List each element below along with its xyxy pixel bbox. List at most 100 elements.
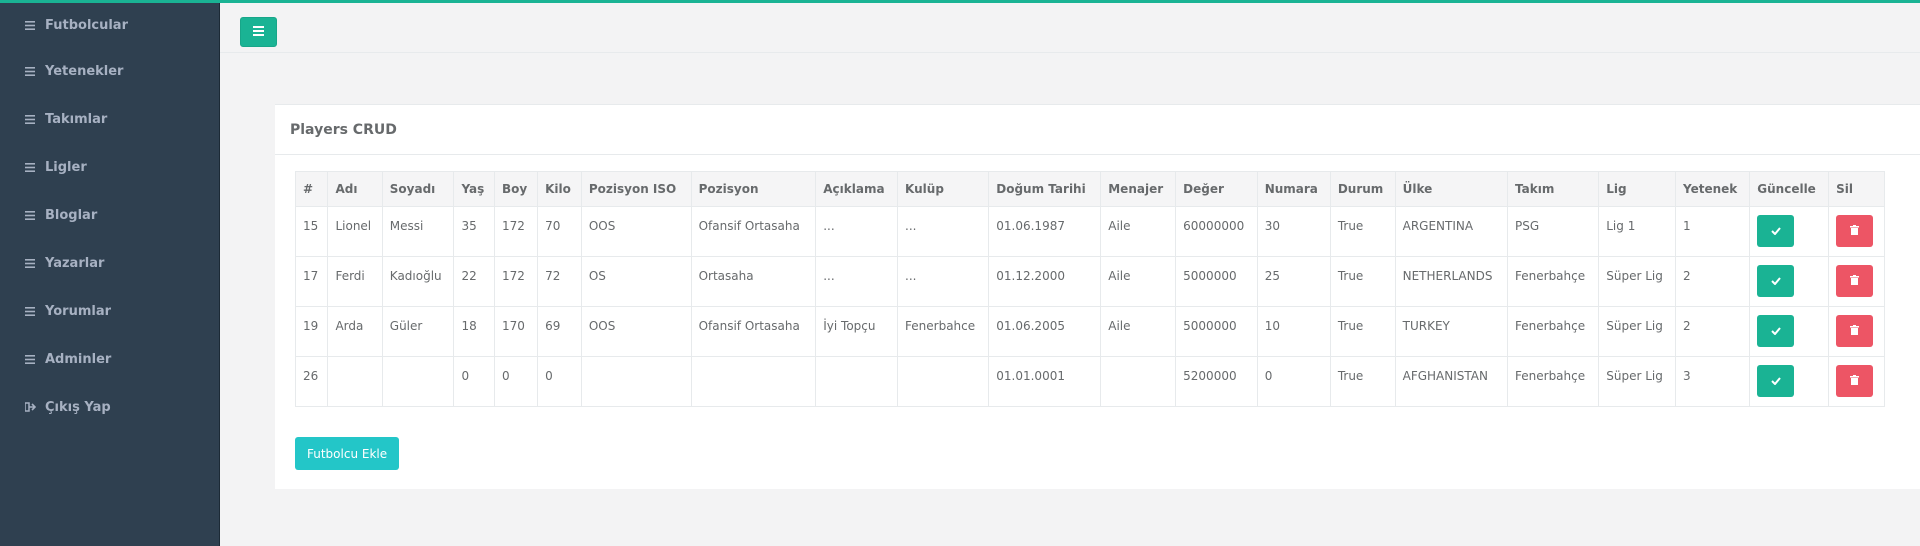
sidebar-item-6[interactable]: Yorumlar: [0, 287, 219, 335]
table-cell: True: [1329, 356, 1396, 407]
check-icon: [1771, 324, 1781, 338]
sidebar-item-label: Futbolcular: [45, 17, 128, 33]
delete-button[interactable]: [1836, 315, 1874, 347]
table-cell: 3: [1675, 356, 1751, 407]
column-header[interactable]: Değer: [1175, 171, 1258, 207]
column-header[interactable]: Pozisyon: [690, 171, 817, 207]
table-cell: Süper Lig: [1598, 256, 1677, 307]
table-cell: Fenerbahçe: [1507, 256, 1600, 307]
main-content: Players CRUD # Adı Soyadı Yaş Boy Kilo Pozisyo…: [220, 3, 1920, 546]
update-button[interactable]: [1757, 265, 1795, 297]
table-cell: Güler: [381, 306, 455, 357]
table-cell: Lionel: [327, 206, 383, 257]
menu-icon: [25, 162, 41, 172]
table-cell: Aile: [1100, 256, 1177, 307]
sidebar-item-label: Çıkış Yap: [45, 399, 111, 415]
table-cell: Aile: [1100, 306, 1177, 357]
sidebar-item-8[interactable]: Çıkış Yap: [0, 383, 219, 431]
sidebar-item-4[interactable]: Bloglar: [0, 191, 219, 239]
update-button[interactable]: [1757, 365, 1795, 397]
column-header[interactable]: Menajer: [1100, 171, 1177, 207]
column-header[interactable]: Yetenek: [1675, 171, 1751, 207]
table-cell: Kadıoğlu: [381, 256, 455, 307]
column-header[interactable]: #: [294, 171, 329, 207]
table-cell: 19: [294, 306, 329, 357]
table-cell: 22: [453, 256, 496, 307]
check-icon: [1771, 374, 1781, 388]
check-icon: [1771, 224, 1781, 238]
table-cell: Lig 1: [1598, 206, 1677, 257]
column-header[interactable]: Soyadı: [381, 171, 455, 207]
table-cell: 5000000: [1175, 306, 1258, 357]
table-cell: 26: [294, 356, 329, 407]
table-cell: True: [1329, 206, 1396, 257]
column-header[interactable]: Lig: [1598, 171, 1677, 207]
delete-button[interactable]: [1836, 265, 1874, 297]
delete-button[interactable]: [1836, 365, 1874, 397]
table-cell: AFGHANISTAN: [1394, 356, 1509, 407]
table-cell: 15: [294, 206, 329, 257]
update-button[interactable]: [1757, 215, 1795, 247]
add-player-button[interactable]: Futbolcu Ekle: [295, 437, 400, 470]
sidebar-item-0[interactable]: Futbolcular: [0, 3, 219, 47]
table-cell: OOS: [580, 206, 692, 257]
table-cell: Süper Lig: [1598, 356, 1677, 407]
update-button[interactable]: [1757, 315, 1795, 347]
table-cell: Süper Lig: [1598, 306, 1677, 357]
table-cell: 72: [537, 256, 582, 307]
sidebar-item-3[interactable]: Ligler: [0, 143, 219, 191]
trash-icon: [1850, 224, 1860, 238]
table-cell: 5000000: [1175, 256, 1258, 307]
sidebar-item-2[interactable]: Takımlar: [0, 95, 219, 143]
menu-icon: [25, 258, 41, 268]
column-header[interactable]: Adı: [327, 171, 383, 207]
column-header[interactable]: Ülke: [1394, 171, 1509, 207]
sidebar-item-1[interactable]: Yetenekler: [0, 47, 219, 95]
column-header[interactable]: Kilo: [537, 171, 582, 207]
sidebar-item-7[interactable]: Adminler: [0, 335, 219, 383]
table-cell: Arda: [327, 306, 383, 357]
sidebar-item-5[interactable]: Yazarlar: [0, 239, 219, 287]
update-cell: [1749, 256, 1830, 307]
column-header[interactable]: Doğum Tarihi: [988, 171, 1102, 207]
table-cell: [815, 356, 899, 407]
column-header[interactable]: Durum: [1329, 171, 1396, 207]
delete-button[interactable]: [1836, 215, 1874, 247]
column-header[interactable]: Yaş: [453, 171, 496, 207]
column-header[interactable]: Takım: [1507, 171, 1600, 207]
menu-toggle-button[interactable]: [240, 17, 277, 47]
delete-cell: [1828, 306, 1885, 357]
update-cell: [1749, 306, 1830, 357]
trash-icon: [1850, 274, 1860, 288]
players-table: # Adı Soyadı Yaş Boy Kilo Pozisyon ISO Pozisyon…: [294, 171, 1885, 407]
sidebar-item-label: Takımlar: [45, 111, 108, 127]
delete-cell: [1828, 206, 1885, 257]
card-title: Players CRUD: [275, 105, 1920, 155]
column-header[interactable]: Açıklama: [815, 171, 899, 207]
table-cell: Ofansif Ortasaha: [690, 206, 817, 257]
menu-icon: [25, 20, 41, 30]
table-cell: NETHERLANDS: [1394, 256, 1509, 307]
column-header[interactable]: Güncelle: [1749, 171, 1830, 207]
column-header[interactable]: Sil: [1828, 171, 1885, 207]
table-cell: 25: [1256, 256, 1331, 307]
table-cell: 2: [1675, 306, 1751, 357]
sidebar-item-label: Yetenekler: [45, 63, 124, 79]
column-header[interactable]: Pozisyon ISO: [580, 171, 692, 207]
delete-cell: [1828, 356, 1885, 407]
table-cell: Ortasaha: [690, 256, 817, 307]
table-cell: Ofansif Ortasaha: [690, 306, 817, 357]
table-cell: Ferdi: [327, 256, 383, 307]
table-cell: 30: [1256, 206, 1331, 257]
column-header[interactable]: Numara: [1256, 171, 1331, 207]
table-row: 17 Ferdi Kadıoğlu 22 172 72 OS Ortasaha...... 01…: [294, 256, 1885, 307]
sidebar: Futbolcular Yetenekler Takımlar Ligler Blogl…: [0, 3, 220, 546]
trash-icon: [1850, 324, 1860, 338]
column-header[interactable]: Kulüp: [897, 171, 990, 207]
table-cell: 0: [494, 356, 539, 407]
table-cell: Fenerbahce: [897, 306, 990, 357]
table-cell: 2: [1675, 256, 1751, 307]
column-header[interactable]: Boy: [494, 171, 539, 207]
trash-icon: [1850, 374, 1860, 388]
update-cell: [1749, 206, 1830, 257]
